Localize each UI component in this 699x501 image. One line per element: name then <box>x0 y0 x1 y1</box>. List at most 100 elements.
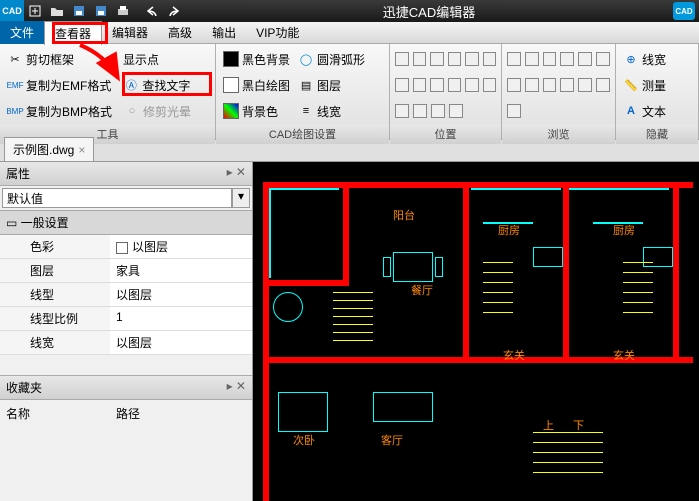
props-row: 线型以图层 <box>0 283 252 307</box>
menu-advanced[interactable]: 高级 <box>158 21 202 44</box>
br-icon-10[interactable] <box>560 78 574 92</box>
layer-button[interactable]: ▤图层 <box>295 75 344 96</box>
br-icon-6[interactable] <box>596 52 610 66</box>
room-label: 下 <box>573 417 584 433</box>
pos-icon-7[interactable] <box>395 78 409 92</box>
combo-dropdown-icon[interactable]: ▾ <box>232 188 250 208</box>
pos-icon-10[interactable] <box>448 78 462 92</box>
ribbon-group-browse: 浏览 <box>502 44 616 139</box>
checkbox-icon[interactable] <box>116 242 128 254</box>
room-label: 厨房 <box>613 222 635 238</box>
menu-file[interactable]: 文件 <box>0 21 44 44</box>
save-icon[interactable] <box>69 1 89 21</box>
print-icon[interactable] <box>113 1 133 21</box>
halo-icon: ○ <box>124 103 140 119</box>
copy-bmp-button[interactable]: BMP复制为BMP格式 <box>4 101 115 122</box>
ribbon-group-position: 位置 <box>390 44 502 139</box>
br-icon-11[interactable] <box>578 78 592 92</box>
menu-output[interactable]: 输出 <box>202 21 246 44</box>
workspace: 属性▸ ✕ ▾ ▭ 一般设置 色彩以图层 图层家具 线型以图层 线型比例1 线宽… <box>0 162 699 501</box>
hide-text-button[interactable]: A文本 <box>620 101 669 122</box>
pos-icon-16[interactable] <box>449 104 463 118</box>
pos-icon-15[interactable] <box>431 104 445 118</box>
room-label: 厨房 <box>498 222 520 238</box>
bmp-icon: BMP <box>7 103 23 119</box>
smooth-arc-button[interactable]: ◯圆滑弧形 <box>295 49 368 70</box>
document-tab[interactable]: 示例图.dwg × <box>4 137 94 161</box>
redo-icon[interactable] <box>164 1 184 21</box>
props-row: 色彩以图层 <box>0 235 252 259</box>
text-icon: A <box>623 103 639 119</box>
favorites-title: 收藏夹▸ ✕ <box>0 375 252 400</box>
pos-icon-13[interactable] <box>395 104 409 118</box>
hide-measure-button[interactable]: 📏测量 <box>620 75 669 96</box>
props-grid: 色彩以图层 图层家具 线型以图层 线型比例1 线宽以图层 <box>0 235 252 355</box>
default-value-combo[interactable] <box>2 188 232 208</box>
fav-col-name: 名称 <box>0 403 110 424</box>
pos-icon-5[interactable] <box>465 52 479 66</box>
bw-draw-button[interactable]: 黑白绘图 <box>220 75 293 96</box>
repair-halo-button: ○修剪光晕 <box>121 101 194 122</box>
group-label-position: 位置 <box>390 124 501 144</box>
panel-controls[interactable]: ▸ ✕ <box>227 379 246 396</box>
panel-controls[interactable]: ▸ ✕ <box>227 165 246 182</box>
pos-icon-9[interactable] <box>430 78 444 92</box>
group-label-hide: 隐藏 <box>616 124 698 144</box>
room-label: 餐厅 <box>411 282 433 298</box>
linewidth-button[interactable]: ≡线宽 <box>295 101 344 122</box>
room-label: 阳台 <box>393 207 415 223</box>
room-label: 客厅 <box>381 432 403 448</box>
pos-icon-3[interactable] <box>430 52 444 66</box>
br-icon-9[interactable] <box>543 78 557 92</box>
open-icon[interactable] <box>47 1 67 21</box>
tab-close-icon[interactable]: × <box>78 143 85 157</box>
pos-icon-1[interactable] <box>395 52 409 66</box>
layer-icon: ▤ <box>298 77 314 93</box>
bg-color-button[interactable]: 背景色 <box>220 101 281 122</box>
app-icon: CAD <box>0 0 24 22</box>
props-section-header[interactable]: ▭ 一般设置 <box>0 210 252 235</box>
br-icon-1[interactable] <box>507 52 521 66</box>
tab-filename: 示例图.dwg <box>13 141 74 158</box>
arc-icon: ◯ <box>298 51 314 67</box>
ribbon-group-cad-settings: 黑色背景 ◯圆滑弧形 黑白绘图 ▤图层 背景色 ≡线宽 CAD绘图设置 <box>216 44 390 139</box>
hide-linewidth-button[interactable]: ⊕线宽 <box>620 49 669 70</box>
fav-col-path: 路径 <box>110 403 146 424</box>
br-icon-4[interactable] <box>560 52 574 66</box>
pos-icon-2[interactable] <box>413 52 427 66</box>
group-label-cad: CAD绘图设置 <box>216 124 389 144</box>
drawing-canvas[interactable]: 阳台 厨房 厨房 餐厅 客厅 次卧 玄关 玄关 上 下 <box>253 162 699 501</box>
props-row: 线宽以图层 <box>0 331 252 355</box>
pos-icon-12[interactable] <box>483 78 497 92</box>
cad-badge-icon[interactable]: CAD <box>673 2 695 20</box>
properties-title: 属性▸ ✕ <box>0 162 252 186</box>
br-icon-3[interactable] <box>543 52 557 66</box>
room-label: 玄关 <box>503 347 525 363</box>
props-row: 图层家具 <box>0 259 252 283</box>
br-icon-5[interactable] <box>578 52 592 66</box>
br-icon-2[interactable] <box>525 52 539 66</box>
emf-icon: EMF <box>7 77 23 93</box>
br-icon-12[interactable] <box>596 78 610 92</box>
pos-icon-8[interactable] <box>413 78 427 92</box>
group-label-browse: 浏览 <box>502 124 615 144</box>
undo-icon[interactable] <box>142 1 162 21</box>
callout-arrow-icon <box>70 40 130 100</box>
saveas-icon[interactable] <box>91 1 111 21</box>
pos-icon-4[interactable] <box>448 52 462 66</box>
pos-icon-14[interactable] <box>413 104 427 118</box>
black-bg-button[interactable]: 黑色背景 <box>220 49 293 70</box>
br-icon-8[interactable] <box>525 78 539 92</box>
blackbg-icon <box>223 51 239 67</box>
lw-icon: ⊕ <box>623 51 639 67</box>
pos-icon-11[interactable] <box>465 78 479 92</box>
clip-frame-button[interactable]: ✂剪切框架 <box>4 49 77 70</box>
props-row: 线型比例1 <box>0 307 252 331</box>
title-bar: CAD 迅捷CAD编辑器 CAD <box>0 0 699 22</box>
br-icon-7[interactable] <box>507 78 521 92</box>
br-icon-13[interactable] <box>507 104 521 118</box>
favorites-header: 名称 路径 <box>0 400 252 427</box>
menu-vip[interactable]: VIP功能 <box>246 21 309 44</box>
new-icon[interactable] <box>25 1 45 21</box>
pos-icon-6[interactable] <box>483 52 497 66</box>
